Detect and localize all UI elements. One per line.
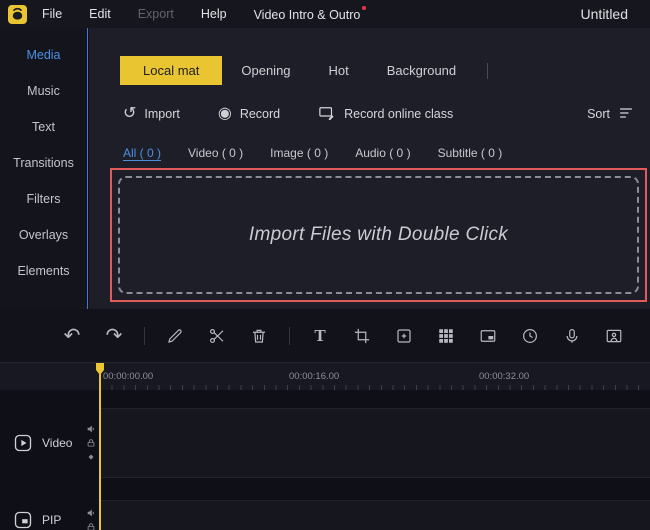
app-logo-icon — [8, 4, 27, 24]
pip-track-label: PIP — [42, 513, 62, 527]
menu-help[interactable]: Help — [201, 7, 227, 21]
text-tool-icon: T — [314, 325, 326, 345]
dropzone-hint-text: Import Files with Double Click — [248, 224, 509, 245]
scissors-icon — [210, 328, 224, 343]
tab-background[interactable]: Background — [368, 56, 475, 85]
crop-button[interactable] — [350, 324, 374, 348]
screen-record-icon — [606, 329, 622, 342]
screen-record-button[interactable] — [602, 324, 626, 348]
mosaic-icon — [439, 328, 453, 343]
record-button[interactable]: ◉ Record — [218, 106, 280, 122]
filter-image[interactable]: Image ( 0 ) — [270, 146, 328, 160]
delete-button[interactable] — [247, 324, 271, 348]
toolbar-divider — [289, 326, 290, 345]
pip-track-header[interactable]: PIP — [0, 500, 100, 530]
sidebar-item-media[interactable]: Media — [0, 37, 87, 73]
freeze-frame-icon — [397, 328, 411, 343]
filter-audio[interactable]: Audio ( 0 ) — [355, 146, 410, 160]
library-tab-bar: Local mat Opening Hot Background — [120, 56, 650, 85]
menu-video-intro-outro[interactable]: Video Intro & Outro — [254, 6, 367, 22]
filter-video[interactable]: Video ( 0 ) — [188, 146, 243, 160]
redo-icon: ↷ — [105, 324, 123, 347]
filter-subtitle[interactable]: Subtitle ( 0 ) — [438, 146, 503, 160]
voiceover-button[interactable] — [560, 324, 584, 348]
lock-icon[interactable] — [86, 522, 96, 530]
record-icon: ◉ — [217, 105, 232, 122]
sidebar-item-transitions[interactable]: Transitions — [0, 145, 87, 181]
sort-icon — [618, 105, 634, 124]
pip-track-controls — [86, 508, 96, 530]
video-track-header[interactable]: Video — [0, 408, 100, 478]
record-online-class-label: Record online class — [344, 107, 454, 121]
timeline-tracks: Video PIP — [0, 390, 650, 530]
library-filter-bar: All ( 0 ) Video ( 0 ) Image ( 0 ) Audio … — [123, 144, 650, 162]
sidebar-item-text[interactable]: Text — [0, 109, 87, 145]
sidebar-item-filters[interactable]: Filters — [0, 181, 87, 217]
text-tool-button[interactable]: T — [308, 324, 332, 348]
video-track-controls — [86, 424, 96, 462]
menu-export[interactable]: Export — [138, 7, 174, 21]
toolbar-divider — [144, 326, 145, 345]
mute-icon[interactable] — [86, 508, 96, 518]
pip-icon — [480, 329, 496, 342]
record-button-label: Record — [239, 107, 281, 121]
lock-icon[interactable] — [86, 438, 96, 448]
playhead[interactable] — [96, 363, 104, 530]
sidebar-item-elements[interactable]: Elements — [0, 253, 87, 289]
new-feature-dot — [362, 6, 367, 10]
menu-bar: File Edit Export Help Video Intro & Outr… — [0, 0, 650, 28]
video-track-lane[interactable] — [100, 408, 650, 478]
pip-track: PIP — [0, 500, 650, 530]
duration-button[interactable] — [518, 324, 542, 348]
pip-button[interactable] — [476, 324, 500, 348]
pip-track-lane[interactable] — [100, 500, 650, 530]
sidebar: Media Music Text Transitions Filters Ove… — [0, 28, 88, 309]
menu-edit[interactable]: Edit — [89, 7, 111, 21]
microphone-icon — [566, 328, 578, 343]
sort-button-label: Sort — [587, 107, 610, 121]
project-title: Untitled — [580, 6, 628, 22]
edit-toolbar: ↶ ↷ T — [0, 309, 650, 362]
split-button[interactable] — [205, 324, 229, 348]
record-online-class-button[interactable]: Record online class — [318, 104, 453, 125]
clock-icon — [523, 328, 537, 343]
pencil-icon — [168, 328, 182, 343]
media-library-panel: Local mat Opening Hot Background ↺ Impor… — [89, 28, 650, 309]
undo-button[interactable]: ↶ — [60, 324, 84, 348]
sidebar-item-overlays[interactable]: Overlays — [0, 217, 87, 253]
freeze-frame-button[interactable] — [392, 324, 416, 348]
import-button-label: Import — [144, 107, 180, 121]
sort-button[interactable]: Sort — [587, 105, 634, 124]
undo-icon: ↶ — [63, 324, 81, 347]
keyframe-icon[interactable] — [86, 452, 96, 462]
timecode-label: 00:00:00.00 — [103, 371, 154, 382]
library-action-bar: ↺ Import ◉ Record Record online class So… — [123, 101, 634, 127]
video-track-icon — [14, 434, 32, 452]
filter-all[interactable]: All ( 0 ) — [123, 146, 161, 160]
trash-icon — [253, 329, 265, 343]
menu-file[interactable]: File — [42, 7, 62, 21]
record-online-class-icon — [318, 104, 336, 125]
tab-bar-divider — [487, 62, 489, 79]
import-dropzone[interactable]: Import Files with Double Click — [118, 176, 639, 294]
tab-hot[interactable]: Hot — [310, 56, 368, 85]
timecode-label: 00:00:16.00 — [289, 371, 340, 382]
video-track: Video — [0, 408, 650, 478]
app-window: File Edit Export Help Video Intro & Outr… — [0, 0, 650, 530]
import-icon: ↺ — [123, 105, 137, 122]
dropzone-highlight-box: Import Files with Double Click — [110, 168, 647, 302]
edit-button[interactable] — [163, 324, 187, 348]
redo-button[interactable]: ↷ — [102, 324, 126, 348]
tab-opening[interactable]: Opening — [222, 56, 309, 85]
import-button[interactable]: ↺ Import — [123, 106, 180, 122]
pip-track-icon — [14, 511, 32, 529]
mute-icon[interactable] — [86, 424, 96, 434]
tab-local-material[interactable]: Local mat — [120, 56, 223, 85]
video-track-label: Video — [42, 436, 73, 450]
mosaic-button[interactable] — [434, 324, 458, 348]
sidebar-item-music[interactable]: Music — [0, 73, 87, 109]
crop-icon — [354, 328, 370, 343]
timecode-label: 00:00:32.00 — [479, 371, 530, 382]
